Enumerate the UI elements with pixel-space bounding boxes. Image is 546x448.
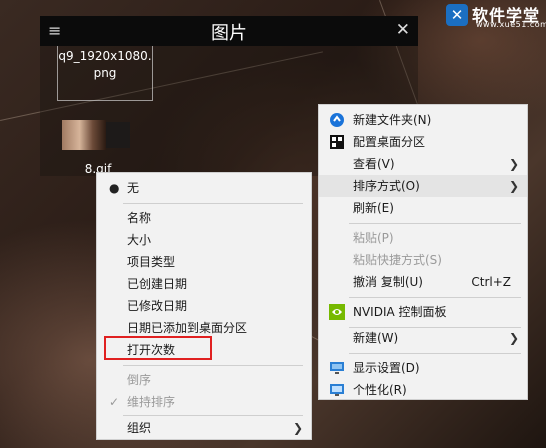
bullet-icon: ● bbox=[109, 181, 120, 195]
menu-separator bbox=[349, 353, 521, 354]
shortcut-label: Ctrl+Z bbox=[471, 275, 511, 289]
nvidia-icon bbox=[329, 304, 345, 320]
close-icon[interactable]: ✕ bbox=[396, 20, 410, 40]
menu-separator bbox=[349, 297, 521, 298]
sort-option-item-type[interactable]: 项目类型 bbox=[97, 251, 311, 273]
menu-item-personalize[interactable]: 个性化(R) bbox=[319, 379, 527, 401]
checkmark-icon: ✓ bbox=[109, 395, 120, 409]
sort-option-size[interactable]: 大小 bbox=[97, 229, 311, 251]
desktop-context-menu: 新建文件夹(N) 配置桌面分区 查看(V) ❯ 排序方式(O) ❯ 刷新(E) … bbox=[318, 104, 528, 400]
chevron-right-icon: ❯ bbox=[292, 421, 303, 435]
highlight-box bbox=[104, 336, 212, 360]
display-icon bbox=[330, 362, 344, 374]
new-folder-icon bbox=[330, 113, 344, 127]
menu-separator bbox=[123, 203, 303, 204]
menu-item-view[interactable]: 查看(V) ❯ bbox=[319, 153, 527, 175]
fences-icon bbox=[330, 135, 344, 149]
menu-item-new-folder[interactable]: 新建文件夹(N) bbox=[319, 109, 527, 131]
sort-option-modified[interactable]: 已修改日期 bbox=[97, 295, 311, 317]
fence-header[interactable]: ≡ 图片 ✕ bbox=[40, 16, 418, 46]
menu-separator bbox=[349, 223, 521, 224]
sort-option-name[interactable]: 名称 bbox=[97, 207, 311, 229]
file-thumbnail[interactable] bbox=[62, 120, 106, 150]
sort-option-keep-sorted[interactable]: ✓ 维持排序 bbox=[97, 391, 311, 413]
file-name: q9_1920x1080. png bbox=[58, 49, 152, 80]
menu-item-display-settings[interactable]: 显示设置(D) bbox=[319, 357, 527, 379]
chevron-right-icon: ❯ bbox=[508, 331, 519, 345]
logo-url: www.xue51.com bbox=[476, 20, 546, 29]
menu-item-new[interactable]: 新建(W) ❯ bbox=[319, 327, 527, 349]
menu-item-refresh[interactable]: 刷新(E) bbox=[319, 197, 527, 219]
watermark-logo: ✕ 软件学堂 www.xue51.com bbox=[446, 2, 546, 32]
menu-separator bbox=[123, 415, 303, 416]
sort-option-created[interactable]: 已创建日期 bbox=[97, 273, 311, 295]
chevron-right-icon: ❯ bbox=[508, 179, 519, 193]
menu-item-undo-copy[interactable]: 撤消 复制(U) Ctrl+Z bbox=[319, 271, 527, 293]
sort-option-organize[interactable]: 组织 ❯ bbox=[97, 417, 311, 439]
sort-submenu: ● 无 名称 大小 项目类型 已创建日期 已修改日期 日期已添加到桌面分区 打开… bbox=[96, 172, 312, 440]
menu-item-sort-by[interactable]: 排序方式(O) ❯ bbox=[319, 175, 527, 197]
menu-item-paste-shortcut[interactable]: 粘贴快捷方式(S) bbox=[319, 249, 527, 271]
menu-separator bbox=[123, 365, 303, 366]
logo-mark-icon: ✕ bbox=[446, 4, 468, 26]
sort-option-none[interactable]: ● 无 bbox=[97, 177, 311, 199]
file-item-png[interactable]: q9_1920x1080. png bbox=[57, 46, 153, 101]
fence-title: 图片 bbox=[211, 23, 247, 44]
menu-item-nvidia[interactable]: NVIDIA 控制面板 bbox=[319, 301, 527, 323]
chevron-right-icon: ❯ bbox=[508, 157, 519, 171]
menu-item-config-fences[interactable]: 配置桌面分区 bbox=[319, 131, 527, 153]
personalize-icon bbox=[330, 384, 344, 396]
file-thumbnail-dark bbox=[106, 122, 130, 148]
menu-item-paste[interactable]: 粘贴(P) bbox=[319, 227, 527, 249]
sort-option-descending[interactable]: 倒序 bbox=[97, 369, 311, 391]
